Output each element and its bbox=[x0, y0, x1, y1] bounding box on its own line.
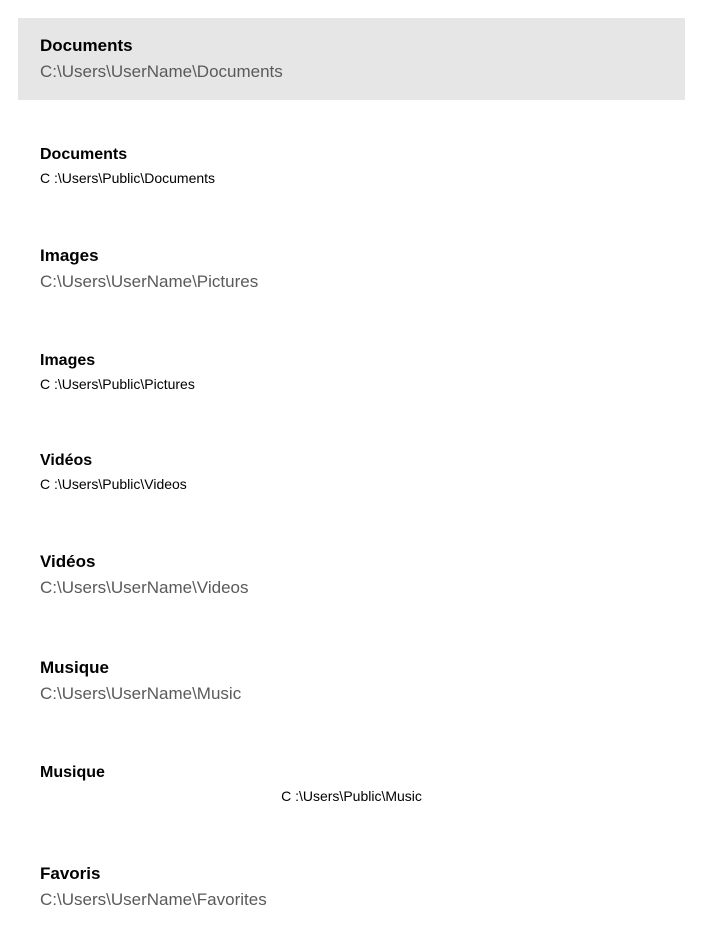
folder-path: C :\Users\Public\Documents bbox=[40, 170, 703, 186]
folder-path: C:\Users\UserName\Music bbox=[40, 684, 703, 704]
folder-item-images-public[interactable]: Images C :\Users\Public\Pictures bbox=[0, 334, 703, 410]
folder-item-videos-user[interactable]: Vidéos C:\Users\UserName\Videos bbox=[0, 534, 703, 616]
folder-path: C :\Users\Public\Videos bbox=[40, 476, 703, 492]
folder-item-documents-user[interactable]: Documents C:\Users\UserName\Documents bbox=[18, 18, 685, 100]
folder-item-documents-public[interactable]: Documents C :\Users\Public\Documents bbox=[0, 128, 703, 204]
folder-title: Images bbox=[40, 352, 703, 370]
folder-item-videos-public[interactable]: Vidéos C :\Users\Public\Videos bbox=[0, 434, 703, 510]
folder-title: Images bbox=[40, 246, 703, 266]
folder-title: Vidéos bbox=[40, 452, 703, 470]
folder-title: Vidéos bbox=[40, 552, 703, 572]
folder-path: C:\Users\UserName\Videos bbox=[40, 578, 703, 598]
folder-title: Documents bbox=[40, 36, 685, 56]
folder-item-music-user[interactable]: Musique C:\Users\UserName\Music bbox=[0, 640, 703, 722]
folder-item-favorites-user[interactable]: Favoris C:\Users\UserName\Favorites bbox=[0, 846, 703, 928]
folder-item-music-public[interactable]: Musique C :\Users\Public\Music bbox=[0, 746, 703, 822]
folder-title: Musique bbox=[40, 658, 703, 678]
folder-title: Documents bbox=[40, 146, 703, 164]
folder-list: Documents C:\Users\UserName\Documents Do… bbox=[0, 0, 703, 928]
folder-path: C:\Users\UserName\Favorites bbox=[40, 890, 703, 910]
folder-path: C:\Users\UserName\Documents bbox=[40, 62, 685, 82]
folder-path: C :\Users\Public\Pictures bbox=[40, 376, 703, 392]
folder-title: Musique bbox=[40, 764, 703, 782]
folder-path: C :\Users\Public\Music bbox=[40, 788, 703, 804]
folder-title: Favoris bbox=[40, 864, 703, 884]
folder-path: C:\Users\UserName\Pictures bbox=[40, 272, 703, 292]
folder-item-images-user[interactable]: Images C:\Users\UserName\Pictures bbox=[0, 228, 703, 310]
